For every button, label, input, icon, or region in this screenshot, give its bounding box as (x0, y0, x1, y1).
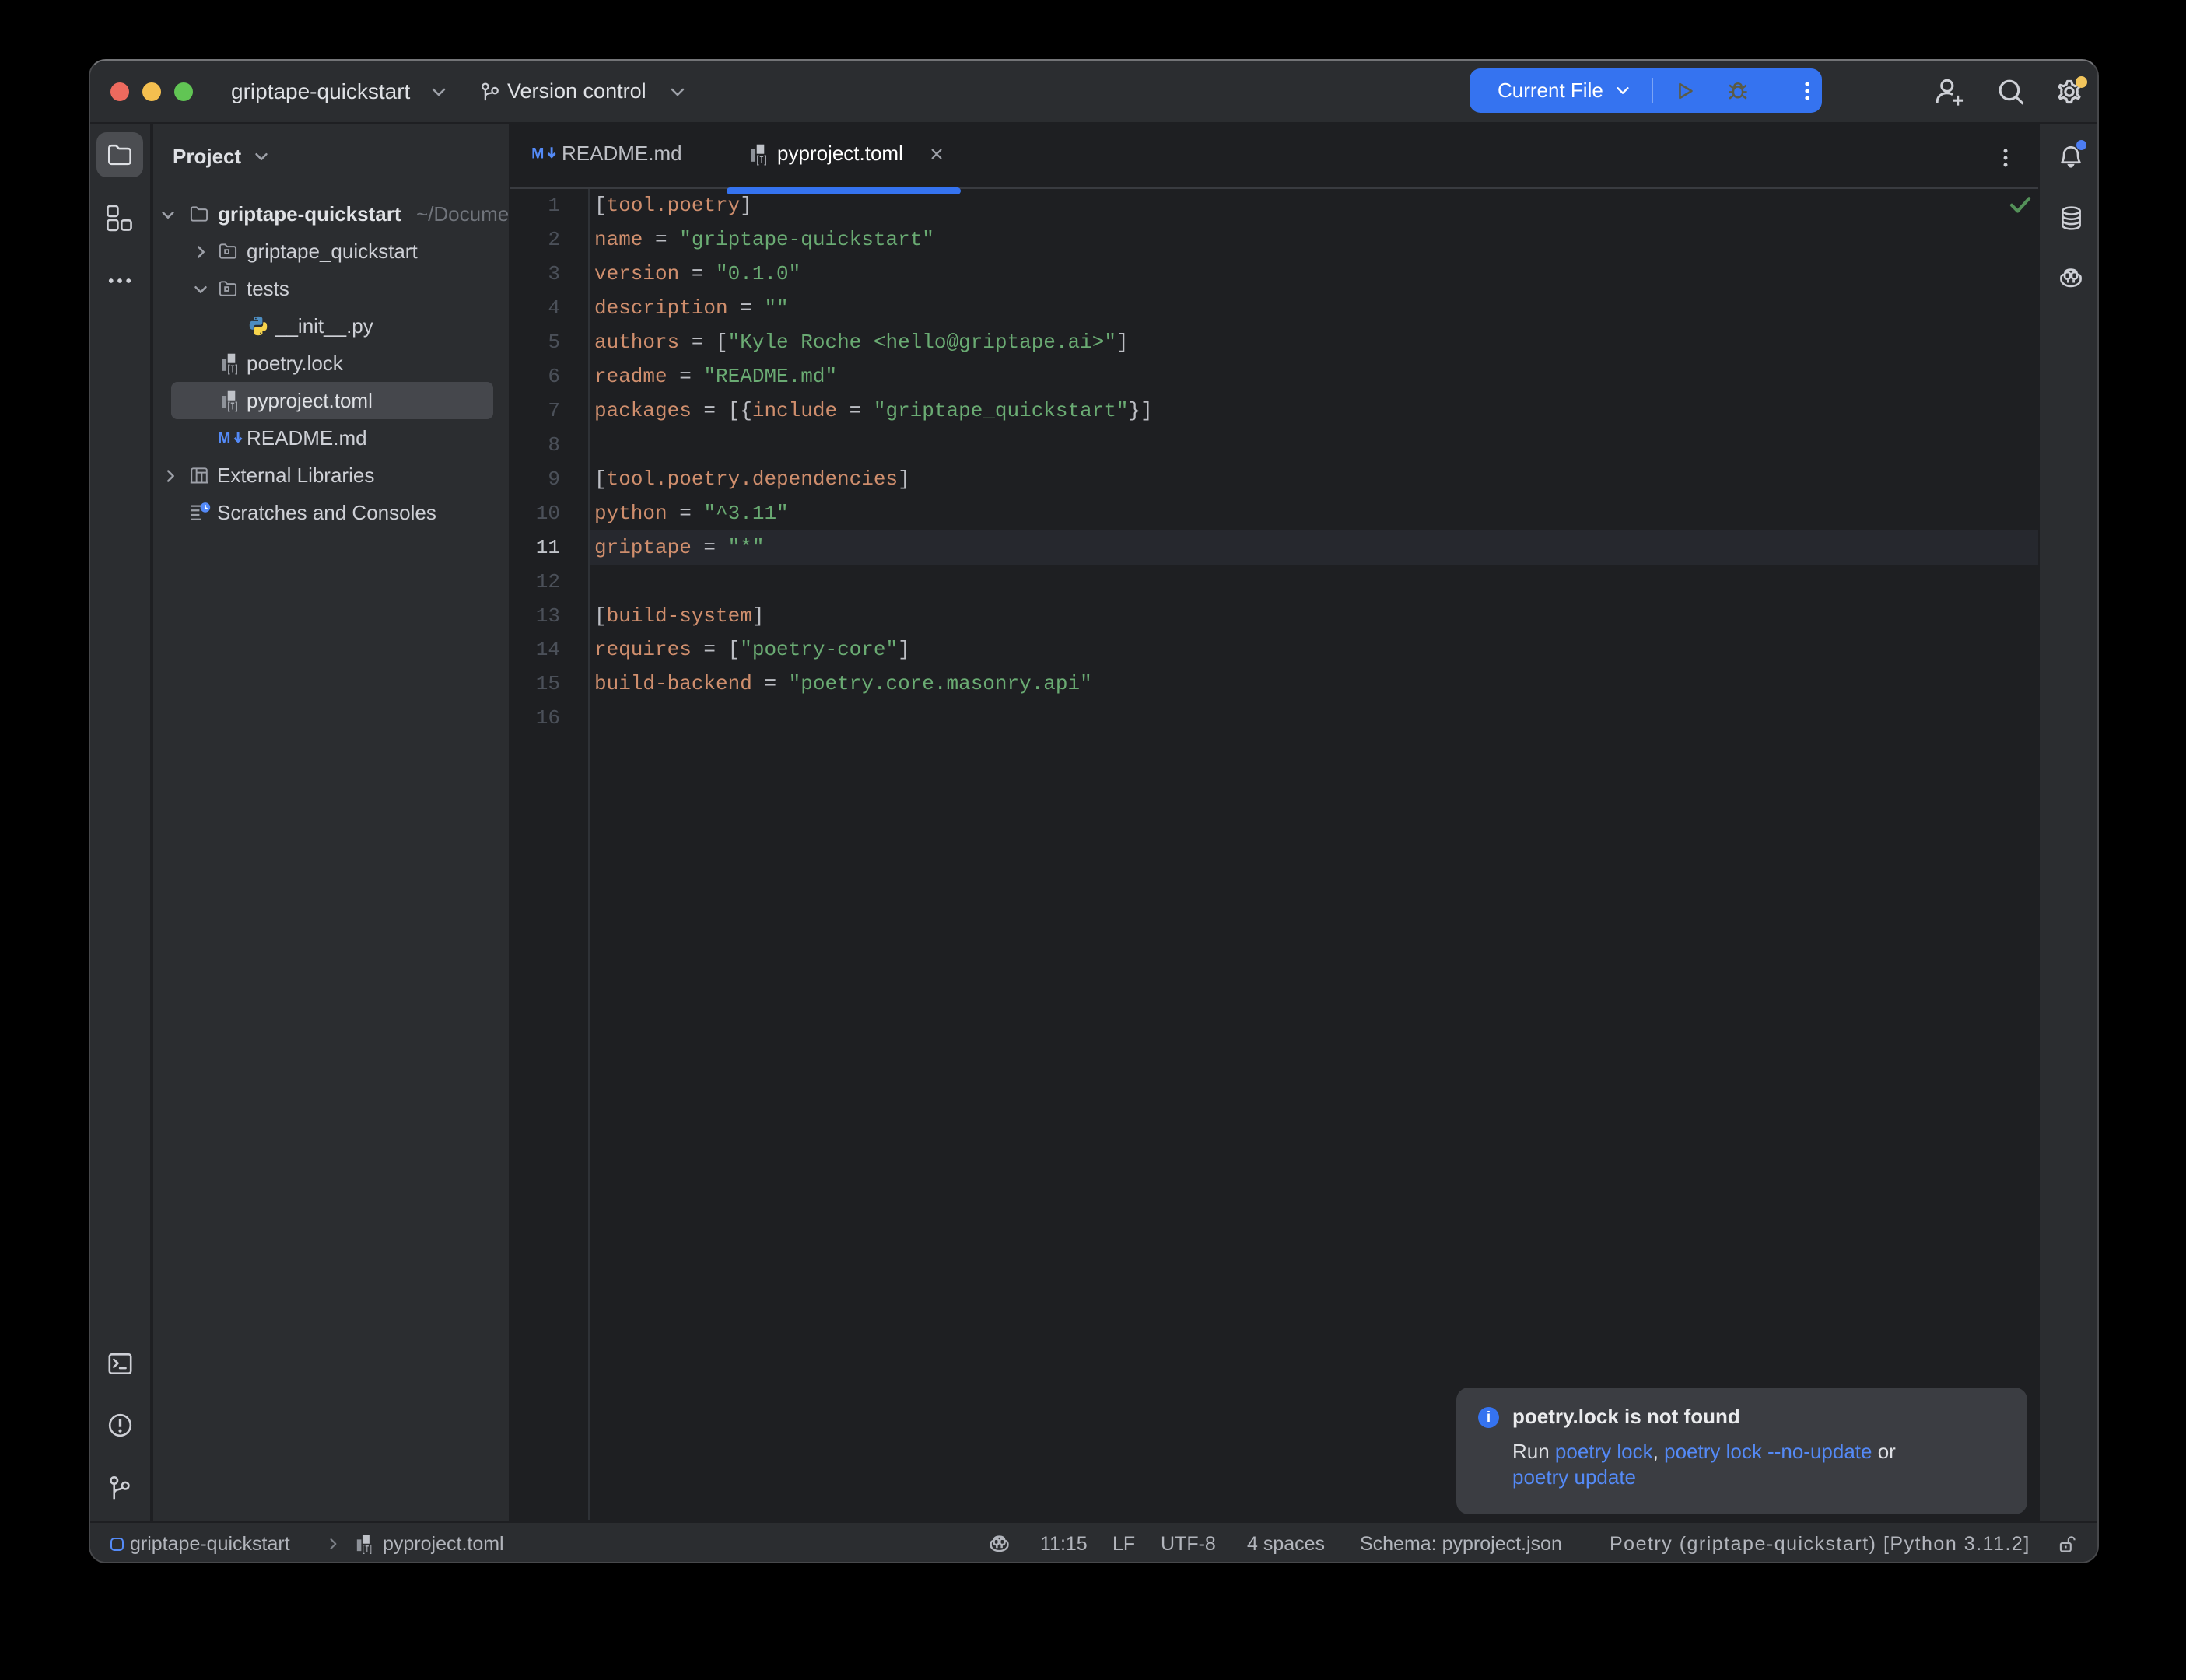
svg-text:[T]: [T] (362, 1544, 373, 1555)
svg-text:[T]: [T] (756, 155, 768, 166)
svg-text:M: M (218, 430, 230, 447)
svg-text:[T]: [T] (227, 401, 239, 412)
svg-text:[T]: [T] (227, 364, 239, 375)
svg-text:M: M (531, 145, 544, 163)
